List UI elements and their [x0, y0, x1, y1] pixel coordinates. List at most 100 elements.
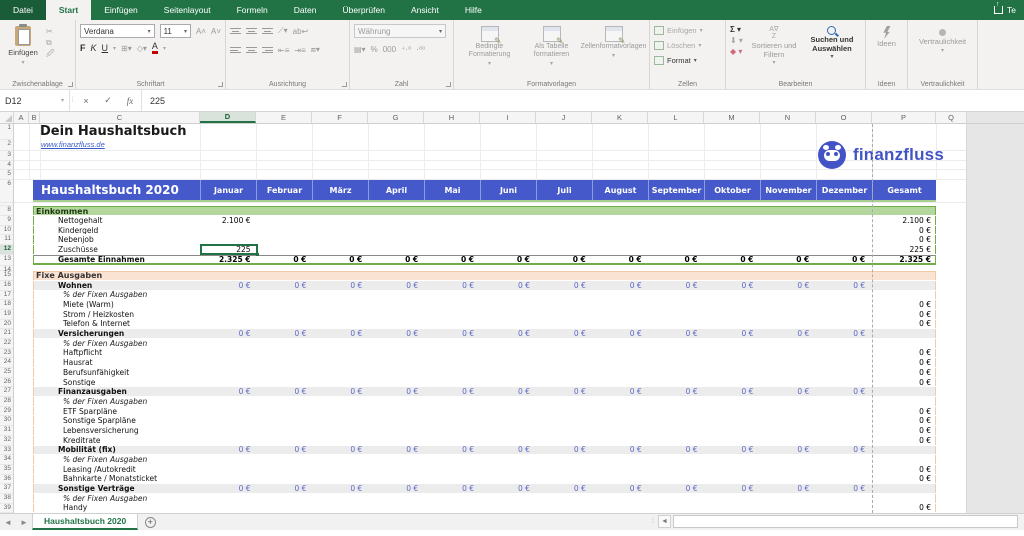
font-dialog-launcher[interactable] — [218, 82, 223, 87]
cell-februar-r33[interactable]: 0 € — [257, 446, 313, 455]
cell-dezember-r16[interactable]: 0 € — [815, 281, 871, 290]
comma-style-icon[interactable]: 000 — [383, 45, 396, 54]
cell-november-r30[interactable] — [759, 416, 815, 425]
insert-function-button[interactable]: fx — [119, 90, 141, 111]
cell-juni-r27[interactable]: 0 € — [480, 387, 536, 396]
cell-april-r9[interactable] — [368, 216, 424, 225]
row-label[interactable]: Sonstige Sparpläne — [34, 416, 201, 425]
cell-juli-r17[interactable] — [536, 291, 592, 300]
cell-mai-r24[interactable] — [424, 358, 480, 367]
cell-juli-r28[interactable] — [536, 397, 592, 406]
orientation-icon[interactable]: ⟋▾ — [278, 26, 288, 36]
cell-dezember-r25[interactable] — [815, 368, 871, 377]
cell-august-r12[interactable] — [592, 245, 648, 254]
scroll-left-icon[interactable]: ◄ — [658, 515, 671, 528]
cell-märz-r21[interactable]: 0 € — [312, 329, 368, 338]
cell-april-r26[interactable] — [368, 378, 424, 387]
row-label[interactable]: Sonstige — [34, 378, 201, 387]
row-header-11[interactable]: 11 — [0, 235, 13, 245]
cell-mai-r36[interactable] — [424, 475, 480, 484]
cell-april-r28[interactable] — [368, 397, 424, 406]
column-header-J[interactable]: J — [536, 112, 592, 123]
cell-november-r12[interactable] — [759, 245, 815, 254]
row-label[interactable]: Bahnkarte / Monatsticket — [34, 475, 201, 484]
cell-mai-r20[interactable] — [424, 320, 480, 329]
cell-juni-r22[interactable] — [480, 339, 536, 348]
cell-februar-r11[interactable] — [257, 235, 313, 244]
cell-dezember-r33[interactable]: 0 € — [815, 446, 871, 455]
column-header-A[interactable]: A — [14, 112, 29, 123]
share-area[interactable]: Te — [994, 0, 1016, 20]
cell-mai-r39[interactable] — [424, 504, 480, 513]
cell-september-r27[interactable]: 0 € — [648, 387, 704, 396]
cell-januar-r37[interactable]: 0 € — [201, 484, 257, 493]
cell-april-r27[interactable]: 0 € — [368, 387, 424, 396]
cell-september-r10[interactable] — [648, 226, 704, 235]
cell-april-r11[interactable] — [368, 235, 424, 244]
cell-juni-r37[interactable]: 0 € — [480, 484, 536, 493]
cell-dezember-r13[interactable]: 0 € — [815, 256, 871, 263]
cell-februar-r12[interactable] — [257, 245, 313, 254]
confirm-entry-button[interactable]: ✓ — [97, 90, 119, 111]
month-header-november[interactable]: November — [760, 180, 816, 200]
month-header-februar[interactable]: Februar — [256, 180, 312, 200]
row-label[interactable]: Lebensversicherung — [34, 426, 201, 435]
cell-januar-r17[interactable] — [201, 291, 257, 300]
month-header-januar[interactable]: Januar — [200, 180, 256, 200]
row-header-23[interactable]: 23 — [0, 349, 13, 359]
format-as-table-button[interactable]: Als Tabelle formatieren▾ — [523, 24, 581, 76]
cell-april-r16[interactable]: 0 € — [368, 281, 424, 290]
cell-september-r29[interactable] — [648, 407, 704, 416]
cell-märz-r23[interactable] — [312, 349, 368, 358]
row-header-21[interactable]: 21 — [0, 329, 13, 339]
row-label[interactable]: Telefon & Internet — [34, 320, 201, 329]
cell-februar-r9[interactable] — [257, 216, 313, 225]
cell-oktober-r27[interactable]: 0 € — [704, 387, 760, 396]
fill-icon[interactable]: ⬇ ▾ — [730, 37, 743, 45]
cell-mai-r12[interactable] — [424, 245, 480, 254]
cut-icon[interactable]: ✂ — [46, 28, 55, 36]
cell-august-r30[interactable] — [592, 416, 648, 425]
cell-gesamt-r13[interactable]: 2.325 € — [871, 256, 935, 263]
increase-indent-icon[interactable]: ⇥≡ — [294, 46, 305, 55]
cell-november-r27[interactable]: 0 € — [759, 387, 815, 396]
row-label[interactable]: Miete (Warm) — [34, 300, 201, 309]
cell-mai-r31[interactable] — [424, 426, 480, 435]
cell-september-r23[interactable] — [648, 349, 704, 358]
cell-februar-r18[interactable] — [257, 300, 313, 309]
cell-dezember-r12[interactable] — [815, 245, 871, 254]
cell-august-r31[interactable] — [592, 426, 648, 435]
find-select-button[interactable]: Suchen und Auswählen▾ — [805, 24, 859, 62]
cell-juni-r19[interactable] — [480, 310, 536, 319]
cell-august-r36[interactable] — [592, 475, 648, 484]
cell-märz-r29[interactable] — [312, 407, 368, 416]
number-dialog-launcher[interactable] — [446, 82, 451, 87]
cell-september-r24[interactable] — [648, 358, 704, 367]
cell-november-r9[interactable] — [759, 216, 815, 225]
cell-gesamt-r34[interactable] — [871, 455, 935, 464]
cell-oktober-r16[interactable]: 0 € — [704, 281, 760, 290]
cell-august-r16[interactable]: 0 € — [592, 281, 648, 290]
cell-januar-r16[interactable]: 0 € — [201, 281, 257, 290]
cell-august-r37[interactable]: 0 € — [592, 484, 648, 493]
cell-mai-r27[interactable]: 0 € — [424, 387, 480, 396]
scrollbar-splitter[interactable]: ⁞ — [648, 518, 658, 525]
font-color-icon[interactable]: A — [152, 42, 158, 54]
grow-font-icon[interactable]: A˄ — [196, 27, 206, 36]
cell-märz-r39[interactable] — [312, 504, 368, 513]
cell-august-r18[interactable] — [592, 300, 648, 309]
percent-style-icon[interactable]: % — [371, 45, 378, 54]
cell-oktober-r24[interactable] — [704, 358, 760, 367]
cell-gesamt-r21[interactable] — [871, 329, 935, 338]
cell-oktober-r9[interactable] — [704, 216, 760, 225]
cell-märz-r11[interactable] — [312, 235, 368, 244]
cell-märz-r31[interactable] — [312, 426, 368, 435]
cell-januar-r30[interactable] — [201, 416, 257, 425]
row-label[interactable]: Nettogehalt — [34, 216, 201, 225]
cell-gesamt-r27[interactable] — [871, 387, 935, 396]
cell-august-r38[interactable] — [592, 494, 648, 503]
cell-januar-r22[interactable] — [201, 339, 257, 348]
cell-februar-r19[interactable] — [257, 310, 313, 319]
scrollbar-track[interactable] — [671, 515, 1024, 528]
ribbon-tab-einfügen[interactable]: Einfügen — [91, 0, 151, 20]
